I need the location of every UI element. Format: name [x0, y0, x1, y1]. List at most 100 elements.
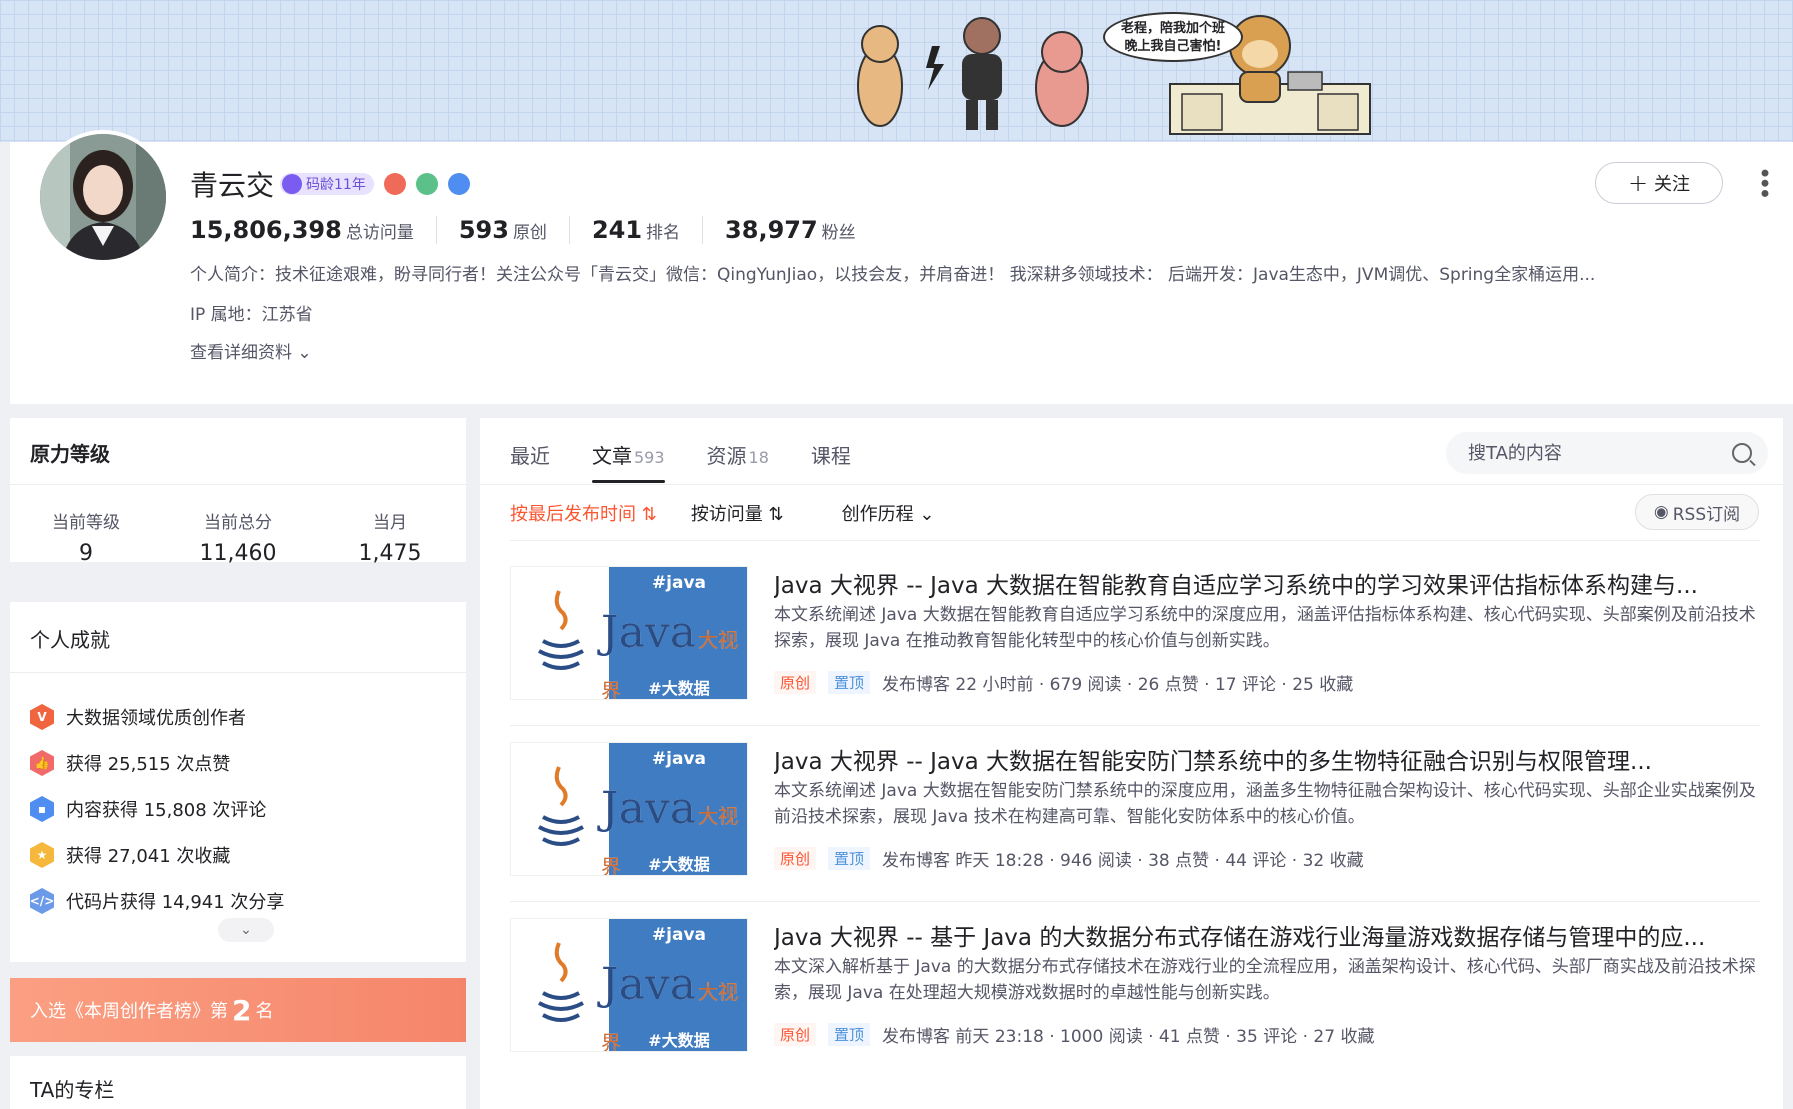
thumb-java-text: Java — [601, 783, 696, 834]
view-details-label: 查看详细资料 — [190, 343, 292, 363]
content-search — [1446, 432, 1768, 474]
divider — [480, 484, 1783, 485]
chevron-down-icon: ⌄ — [240, 922, 252, 938]
more-options-icon[interactable]: ••• — [1750, 166, 1778, 196]
sort-options: 按最后发布时间 ⇅ 按访问量 ⇅ 创作历程 ⌄ — [510, 500, 934, 526]
article-title[interactable]: Java 大视界 -- 基于 Java 的大数据分布式存储在游戏行业海量游戏数据… — [774, 918, 1760, 952]
stat-rank[interactable]: 241 排名 — [592, 216, 704, 244]
divider — [510, 540, 1760, 541]
rss-subscribe-button[interactable]: ◉ RSS订阅 — [1635, 494, 1759, 530]
expert-badge-icon[interactable] — [415, 173, 438, 195]
tab-courses[interactable]: 课程 — [811, 440, 851, 469]
search-icon[interactable] — [1732, 443, 1752, 463]
rss-icon: ◉ — [1653, 502, 1669, 522]
level-title: 原力等级 — [30, 442, 110, 466]
divider — [510, 901, 1760, 902]
java-cup-icon — [538, 942, 584, 1022]
stats-row: 15,806,398 总访问量 593 原创 241 排名 38,977 粉丝 — [190, 216, 900, 244]
stat-visits: 15,806,398 总访问量 — [190, 216, 437, 244]
article-item[interactable]: #java Java 大视界 #大数据 Java 大视界 -- Java 大数据在… — [510, 742, 1760, 876]
code-icon: </> — [30, 888, 54, 914]
code-age-badge[interactable]: 码龄11年 — [280, 173, 374, 195]
article-stats: 发布博客 22 小时前 · 679 阅读 · 26 点赞 · 17 评论 · 2… — [882, 675, 1354, 695]
achievements-card: 个人成就 V 大数据领域优质创作者 👍 获得 25,515 次点赞 ▪ 内容获得… — [10, 602, 466, 962]
v-badge-icon: V — [30, 704, 54, 730]
thumb-tag-java: #java — [651, 925, 707, 945]
user-name: 青云交 — [190, 169, 275, 202]
plus-icon: + — [1627, 169, 1649, 197]
sort-by-latest[interactable]: 按最后发布时间 ⇅ — [510, 500, 657, 526]
hot-badge-icon[interactable] — [383, 173, 406, 195]
tab-articles[interactable]: 文章 593 — [592, 440, 665, 483]
rank-suffix: 名 — [255, 1001, 274, 1022]
article-thumbnail[interactable]: #java Java 大视界 #大数据 — [510, 918, 748, 1052]
stat-original[interactable]: 593 原创 — [459, 216, 570, 244]
rank-number: 2 — [232, 993, 252, 1027]
profile-bio: 个人简介：技术征途艰难，盼寻同行者！关注公众号「青云交」微信：QingYunJi… — [190, 265, 1596, 285]
pinned-tag: 置顶 — [828, 671, 871, 694]
chevron-down-icon: ⌄ — [913, 504, 935, 525]
article-item[interactable]: #java Java 大视界 #大数据 Java 大视界 -- Java 大数据在… — [510, 566, 1760, 700]
level-label: 当前等级 — [52, 513, 120, 533]
article-meta: 原创 置顶 发布博客 昨天 18:28 · 946 阅读 · 38 点赞 · 4… — [774, 846, 1364, 871]
tab-resources[interactable]: 资源 18 — [707, 440, 769, 469]
article-thumbnail[interactable]: #java Java 大视界 #大数据 — [510, 742, 748, 876]
male-gender-icon — [447, 173, 470, 195]
view-details-link[interactable]: 查看详细资料 ⌄ — [190, 338, 312, 363]
article-title[interactable]: Java 大视界 -- Java 大数据在智能安防门禁系统中的多生物特征融合识别… — [774, 742, 1760, 776]
rank-prefix: 入选《本周创作者榜》第 — [30, 1001, 228, 1022]
java-cup-icon — [538, 590, 584, 670]
follow-button[interactable]: + 关注 — [1595, 162, 1723, 204]
thumb-tag-bigdata: #大数据 — [648, 855, 710, 874]
avatar[interactable] — [36, 130, 170, 264]
bubble-line-1: 老程，陪我加个班 — [1120, 21, 1225, 36]
tab-label: 课程 — [810, 444, 851, 468]
sort-by-views[interactable]: 按访问量 ⇅ — [691, 500, 784, 526]
achievement-text: 获得 27,041 次收藏 — [66, 846, 231, 867]
like-icon: 👍 — [30, 750, 54, 776]
achievement-text: 代码片获得 14,941 次分享 — [66, 892, 285, 913]
achievement-item: V 大数据领域优质创作者 — [30, 694, 284, 740]
tab-count: 18 — [748, 448, 769, 467]
speech-bubble: 老程，陪我加个班 晚上我自己害怕! — [1103, 12, 1243, 62]
profile-banner: 老程，陪我加个班 晚上我自己害怕! — [0, 0, 1793, 142]
thumb-java-text: Java — [601, 607, 696, 658]
stat-label: 原创 — [512, 223, 547, 243]
stat-fans[interactable]: 38,977 粉丝 — [725, 216, 878, 244]
sort-arrow-icon: ⇅ — [636, 504, 657, 525]
article-desc: 本文深入解析基于 Java 的大数据分布式存储技术在游戏行业的全流程应用，涵盖架… — [774, 957, 1756, 1003]
sort-arrow-icon: ⇅ — [762, 504, 784, 525]
search-input[interactable] — [1468, 442, 1708, 464]
level-value: 11,460 — [199, 541, 277, 566]
article-title[interactable]: Java 大视界 -- Java 大数据在智能教育自适应学习系统中的学习效果评估… — [774, 566, 1760, 600]
article-meta: 原创 置顶 发布博客 前天 23:18 · 1000 阅读 · 41 点赞 · … — [774, 1022, 1374, 1047]
comment-icon: ▪ — [30, 796, 54, 822]
divider — [10, 672, 466, 673]
achievements-list: V 大数据领域优质创作者 👍 获得 25,515 次点赞 ▪ 内容获得 15,8… — [30, 694, 284, 924]
tab-label: 最近 — [510, 444, 550, 468]
thumb-tag-java: #java — [651, 749, 707, 769]
level-card: 原力等级 当前等级 9 当前总分 11,460 当月 1,475 — [10, 418, 466, 566]
article-item[interactable]: #java Java 大视界 #大数据 Java 大视界 -- 基于 Java 的… — [510, 918, 1760, 1052]
avatar-portrait — [40, 134, 166, 260]
stat-label: 总访问量 — [345, 223, 414, 243]
creation-history-dropdown[interactable]: 创作历程 ⌄ — [842, 500, 935, 526]
tab-label: 资源 — [706, 444, 747, 468]
expand-achievements-button[interactable]: ⌄ — [218, 918, 274, 942]
divider — [10, 484, 466, 485]
level-label: 当前总分 — [204, 513, 272, 533]
content-card: 最近 文章593 资源18 课程 按最后发布时间 ⇅ 按访问量 ⇅ 创作历程 ⌄… — [480, 418, 1783, 1109]
thumb-tag-bigdata: #大数据 — [648, 679, 710, 698]
article-thumbnail[interactable]: #java Java 大视界 #大数据 — [510, 566, 748, 700]
tab-count: 593 — [634, 448, 665, 467]
article-stats: 发布博客 昨天 18:28 · 946 阅读 · 38 点赞 · 44 评论 ·… — [882, 851, 1364, 871]
weekly-rank-banner[interactable]: 入选《本周创作者榜》第 2 名 — [10, 978, 466, 1042]
stat-label: 粉丝 — [821, 223, 856, 243]
achievement-text: 获得 25,515 次点赞 — [66, 754, 231, 775]
thumb-java-text: Java — [601, 959, 696, 1010]
sort-label: 按最后发布时间 — [510, 504, 636, 525]
tab-recent[interactable]: 最近 — [510, 440, 550, 469]
article-meta: 原创 置顶 发布博客 22 小时前 · 679 阅读 · 26 点赞 · 17 … — [774, 670, 1353, 695]
level-item-month: 当月 1,475 — [314, 508, 466, 566]
thumb-tag-java: #java — [651, 573, 707, 593]
